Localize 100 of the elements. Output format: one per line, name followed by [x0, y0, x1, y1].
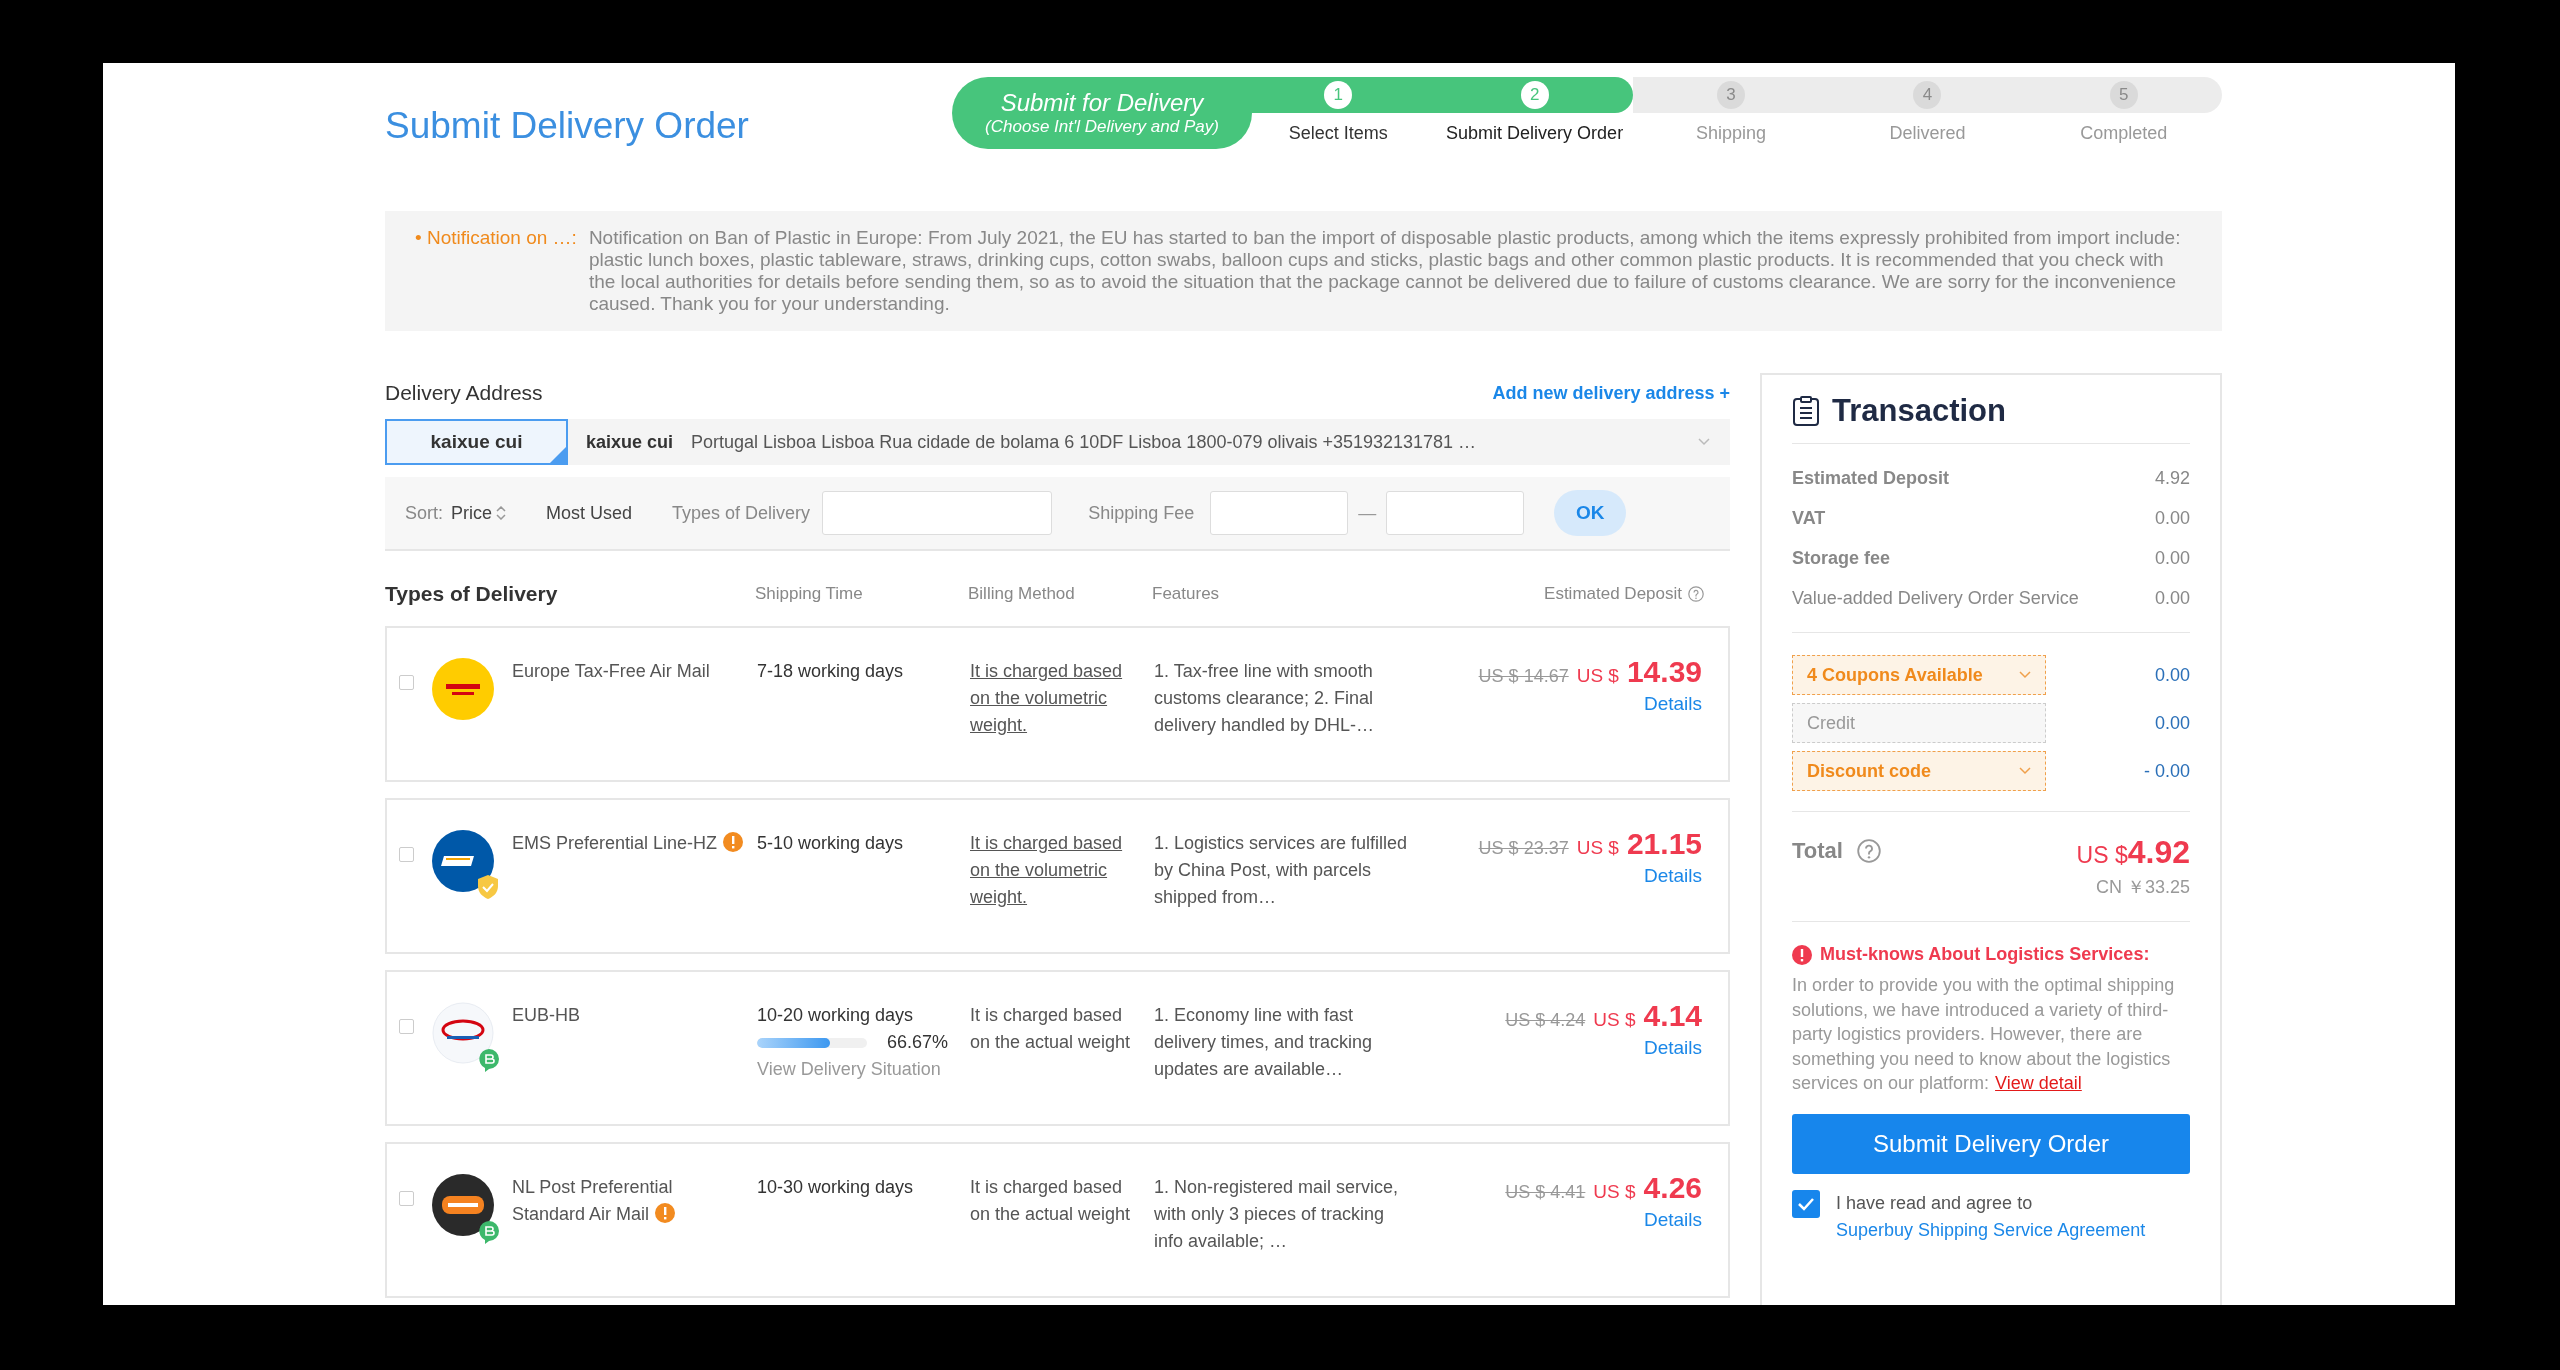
column-header: Shipping Time	[755, 583, 864, 604]
delivery-name: EMS Preferential Line-HZ	[512, 830, 757, 952]
sort-label: Sort:	[405, 502, 443, 524]
chevron-down-icon	[1698, 438, 1710, 446]
discount-value: 0.00	[2154, 712, 2190, 734]
billing-link[interactable]: It is charged based on the volumetric weight.	[970, 658, 1154, 780]
step-number: 2	[1520, 81, 1549, 109]
column-header: Billing Method	[968, 583, 1076, 604]
max-fee-field[interactable]	[1386, 491, 1525, 535]
discount-value: - 0.00	[2143, 760, 2190, 782]
banner-title: Submit for Delivery	[1000, 89, 1204, 117]
notification-label: • Notification on …:	[415, 227, 577, 250]
chevron-down-icon	[2019, 767, 2031, 775]
view-detail-link[interactable]: View detail	[1995, 1073, 2082, 1093]
chevron-down-icon	[2019, 671, 2031, 679]
address-tab[interactable]: kaixue cui	[385, 419, 568, 465]
column-header: Features	[1152, 583, 1221, 604]
delivery-name: EUB-HB	[512, 1004, 581, 1027]
original-price: US $ 14.67	[1478, 665, 1569, 688]
check-icon	[1797, 1196, 1815, 1211]
notice-text: In order to provide you with the optimal shipping solutions, we have introduced a variety of third-party logistics providers. However, there are something you need to know about the logistics services on our platform: View detail	[1792, 974, 2176, 1095]
section-heading: Delivery Address	[385, 381, 543, 405]
price: 4.14	[1643, 1002, 1702, 1029]
field-label: Shipping Fee	[1088, 502, 1195, 524]
panel-title: Transaction	[1832, 393, 2006, 429]
discount-dropdown[interactable]: Discount code	[1792, 751, 2046, 791]
features-text: 1. Economy line with fast delivery times, and tracking updates are available…	[1154, 1004, 1374, 1081]
shipping-time: 5-10 working days	[757, 832, 905, 855]
total-amount: 4.92	[2127, 834, 2190, 870]
step-label: Shipping	[1696, 123, 1767, 144]
delivery-option-card[interactable]	[385, 1142, 1730, 1298]
recipient-name: kaixue cui	[586, 431, 674, 453]
page-title: Submit Delivery Order	[385, 105, 749, 147]
banner-subtitle: (Choose Int'l Delivery and Pay)	[985, 117, 1219, 137]
step-number: 3	[1717, 81, 1745, 109]
features-text: 1. Tax-free line with smooth customs clearance; 2. Final delivery handled by DHL-…	[1154, 660, 1376, 737]
billing-link[interactable]: It is charged based on the volumetric weight.	[970, 830, 1154, 952]
sort-option[interactable]: Most Used	[546, 502, 633, 524]
step-label: Delivered	[1889, 123, 1966, 144]
agreement-link[interactable]: Superbuy Shipping Service Agreement	[1836, 1219, 2146, 1240]
address-selector[interactable]: kaixue cui kaixue cui Portugal Lisboa Lisboa Rua cidade de bolama 6 10DF Lisboa 1800-079 olivais +351932131781 …	[385, 419, 1730, 465]
original-price: US $ 4.41	[1505, 1181, 1586, 1204]
agreement-text: I have read and agree to Superbuy Shipping Service Agreement	[1836, 1191, 2147, 1242]
submit-button[interactable]: Submit Delivery Order	[1792, 1113, 2190, 1174]
discount-dropdown[interactable]: 4 Coupons Available	[1792, 655, 2046, 695]
shipping-time: 10-20 working days	[757, 1004, 915, 1027]
billing-method: It is charged based on the actual weight	[970, 1004, 1132, 1054]
features-text: 1. Non-registered mail service, with only 3 pieces of tracking info available; …	[1154, 1176, 1400, 1253]
sort-option[interactable]: Price	[451, 502, 507, 524]
details-link[interactable]: Details	[1643, 862, 1702, 889]
billing-method: It is charged based on the actual weight	[970, 1176, 1132, 1226]
field-label: Types of Delivery	[672, 502, 811, 524]
currency-label: US $	[1593, 1008, 1636, 1032]
step-number: 1	[1324, 81, 1353, 109]
step-number: 5	[2109, 81, 2138, 109]
details-link[interactable]: Details	[1643, 690, 1702, 717]
checkbox[interactable]	[399, 1191, 414, 1206]
price: 21.15	[1626, 830, 1702, 857]
delivery-option-card[interactable]: EMS Preferential Line-HZ 5-10 working days It is charged based on the volumetric weight. 1. Logistics services are fulfilled by China Post, with parcels shipped from… US $ 23.37 US $ 21.15 Details	[385, 798, 1730, 954]
alert-icon	[1792, 944, 1812, 965]
clipboard-icon	[1792, 396, 1820, 426]
column-header: Types of Delivery	[385, 581, 559, 606]
fee-label: Estimated Deposit	[1792, 467, 1950, 489]
fee-value: 0.00	[2154, 507, 2190, 529]
fee-label: Value-added Delivery Order Service	[1792, 587, 2079, 609]
shipping-time: 7-18 working days	[757, 660, 905, 683]
features-text: 1. Logistics services are fulfilled by China Post, with parcels shipped from…	[1154, 832, 1409, 909]
checkbox[interactable]	[399, 675, 414, 690]
address-text: Portugal Lisboa Lisboa Rua cidade de bolama 6 10DF Lisboa 1800-079 olivais +351932131781 …	[691, 431, 1478, 453]
help-icon[interactable]	[1688, 585, 1704, 602]
total-currency: US $	[2076, 842, 2128, 868]
notice-title: Must-knows About Logistics Services:	[1820, 944, 2150, 965]
original-price: US $ 23.37	[1478, 837, 1569, 860]
checkbox[interactable]	[399, 1019, 414, 1034]
currency-label: US $	[1593, 1180, 1636, 1204]
delivery-option-card[interactable]	[385, 626, 1730, 782]
agree-checkbox[interactable]	[1792, 1189, 1820, 1218]
credit-field[interactable]: Credit	[1792, 703, 2046, 743]
total-label: Total	[1792, 838, 1843, 864]
price: 4.26	[1643, 1174, 1702, 1201]
total-cny: CN ￥33.25	[2095, 876, 2190, 899]
checkbox[interactable]	[399, 847, 414, 862]
add-address-link[interactable]: Add new delivery address +	[1492, 382, 1730, 404]
details-link[interactable]: Details	[1643, 1034, 1702, 1061]
sort-icon	[496, 506, 507, 520]
delivery-situation-link[interactable]: View Delivery Situation	[757, 1056, 970, 1083]
fee-label: Storage fee	[1792, 547, 1891, 569]
step-label: Select Items	[1288, 123, 1388, 144]
shipping-time: 10-30 working days	[757, 1176, 915, 1199]
help-icon[interactable]	[1856, 839, 1881, 863]
progress-reading: 66.67%	[887, 1031, 949, 1054]
range-separator: —	[1358, 502, 1377, 524]
step-label: Completed	[2080, 123, 2168, 144]
delivery-option-card[interactable]	[385, 970, 1730, 1126]
ok-button[interactable]: OK	[1554, 490, 1627, 536]
discount-value: 0.00	[2154, 664, 2190, 686]
min-fee-field[interactable]	[1210, 491, 1349, 535]
fee-value: 0.00	[2154, 547, 2190, 569]
delivery-type-field[interactable]	[822, 491, 1053, 535]
details-link[interactable]: Details	[1643, 1206, 1702, 1233]
